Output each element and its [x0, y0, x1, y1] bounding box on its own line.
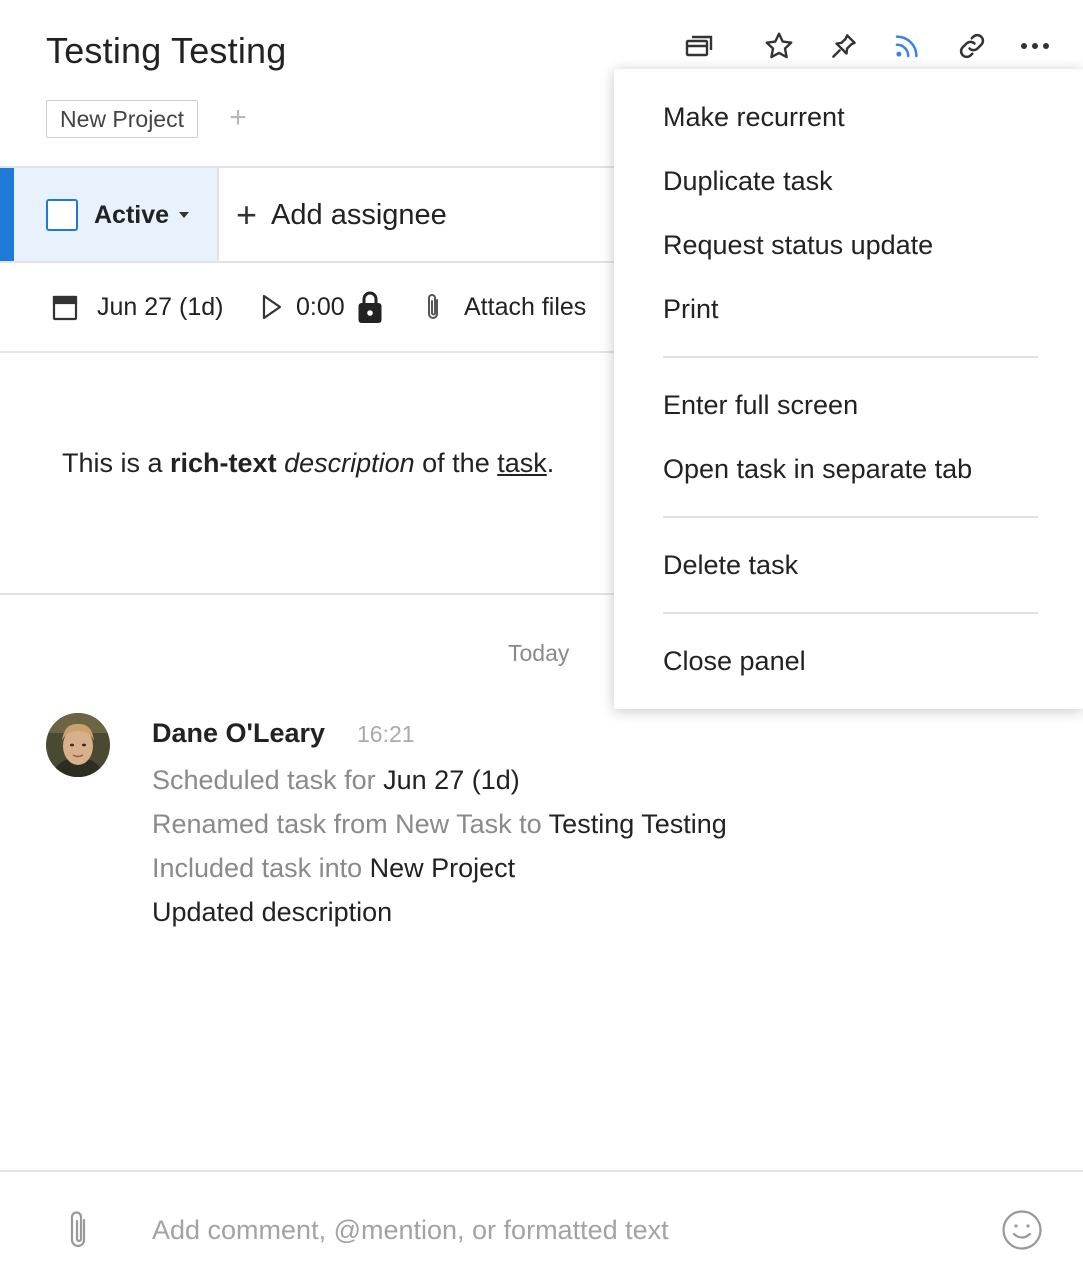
follow-feed-icon[interactable] — [887, 26, 927, 66]
comment-bar — [0, 1170, 1083, 1280]
play-icon — [261, 294, 283, 320]
plus-icon: + — [236, 194, 258, 235]
date-separator: Today — [508, 640, 570, 666]
status-row: Active + Add assignee — [0, 168, 620, 262]
activity-line: Renamed task from New Task to Testing Te… — [152, 809, 727, 839]
menu-item-request-status-update[interactable]: Request status update — [663, 221, 933, 269]
star-icon[interactable] — [759, 26, 799, 66]
add-assignee-label: Add assignee — [271, 198, 447, 231]
menu-item-duplicate-task[interactable]: Duplicate task — [663, 157, 833, 205]
attach-files-button[interactable]: Attach files — [424, 264, 586, 350]
lock-icon — [357, 290, 383, 324]
menu-item-enter-full-screen[interactable]: Enter full screen — [663, 381, 858, 429]
timer-value: 0:00 — [296, 292, 345, 321]
activity-line: Included task into New Project — [152, 853, 516, 883]
date-label: Jun 27 (1d) — [97, 292, 224, 321]
menu-divider — [663, 612, 1038, 614]
date-picker[interactable]: Jun 27 (1d) — [52, 264, 223, 350]
paperclip-icon — [424, 292, 442, 322]
task-toolbar — [680, 26, 1060, 66]
complete-checkbox[interactable] — [46, 199, 78, 231]
timestamp: 16:21 — [357, 721, 415, 747]
more-icon[interactable] — [1015, 26, 1055, 66]
author-name[interactable]: Dane O'Leary — [152, 718, 325, 749]
menu-divider — [663, 516, 1038, 518]
emoji-icon[interactable] — [1001, 1209, 1043, 1251]
meta-row: Jun 27 (1d) 0:00 Attach files — [0, 264, 620, 350]
add-project-button[interactable]: + — [224, 100, 252, 136]
more-actions-menu: Make recurrent Duplicate task Request st… — [614, 69, 1083, 709]
subtasks-icon[interactable] — [680, 26, 720, 66]
activity-entry: Dane O'Leary 16:21 Scheduled task for Ju… — [152, 718, 1052, 934]
menu-divider — [663, 356, 1038, 358]
comment-input[interactable] — [152, 1208, 952, 1252]
pin-icon[interactable] — [824, 26, 864, 66]
divider — [0, 593, 614, 595]
attach-comment-icon[interactable] — [66, 1208, 90, 1252]
avatar[interactable] — [46, 713, 110, 777]
add-assignee-button[interactable]: + Add assignee — [236, 168, 447, 262]
caret-down-icon — [179, 212, 190, 218]
menu-item-close-panel[interactable]: Close panel — [663, 637, 806, 685]
status-dropdown[interactable]: Active — [0, 168, 217, 262]
task-description[interactable]: This is a rich-text description of the t… — [62, 448, 554, 479]
divider — [217, 168, 219, 262]
menu-item-print[interactable]: Print — [663, 285, 719, 333]
activity-line[interactable]: Updated description — [152, 890, 1052, 934]
link-icon[interactable] — [952, 26, 992, 66]
attach-files-label: Attach files — [464, 292, 587, 321]
status-label: Active — [94, 200, 170, 229]
timer-button[interactable]: 0:00 — [261, 264, 383, 350]
menu-item-open-in-separate-tab[interactable]: Open task in separate tab — [663, 445, 972, 493]
task-title[interactable]: Testing Testing — [46, 30, 286, 72]
calendar-icon — [52, 293, 78, 321]
divider — [0, 261, 614, 263]
activity-line: Scheduled task for Jun 27 (1d) — [152, 765, 520, 795]
menu-item-make-recurrent[interactable]: Make recurrent — [663, 93, 845, 141]
divider — [0, 351, 614, 353]
project-tag[interactable]: New Project — [46, 100, 198, 138]
menu-item-delete-task[interactable]: Delete task — [663, 541, 798, 589]
